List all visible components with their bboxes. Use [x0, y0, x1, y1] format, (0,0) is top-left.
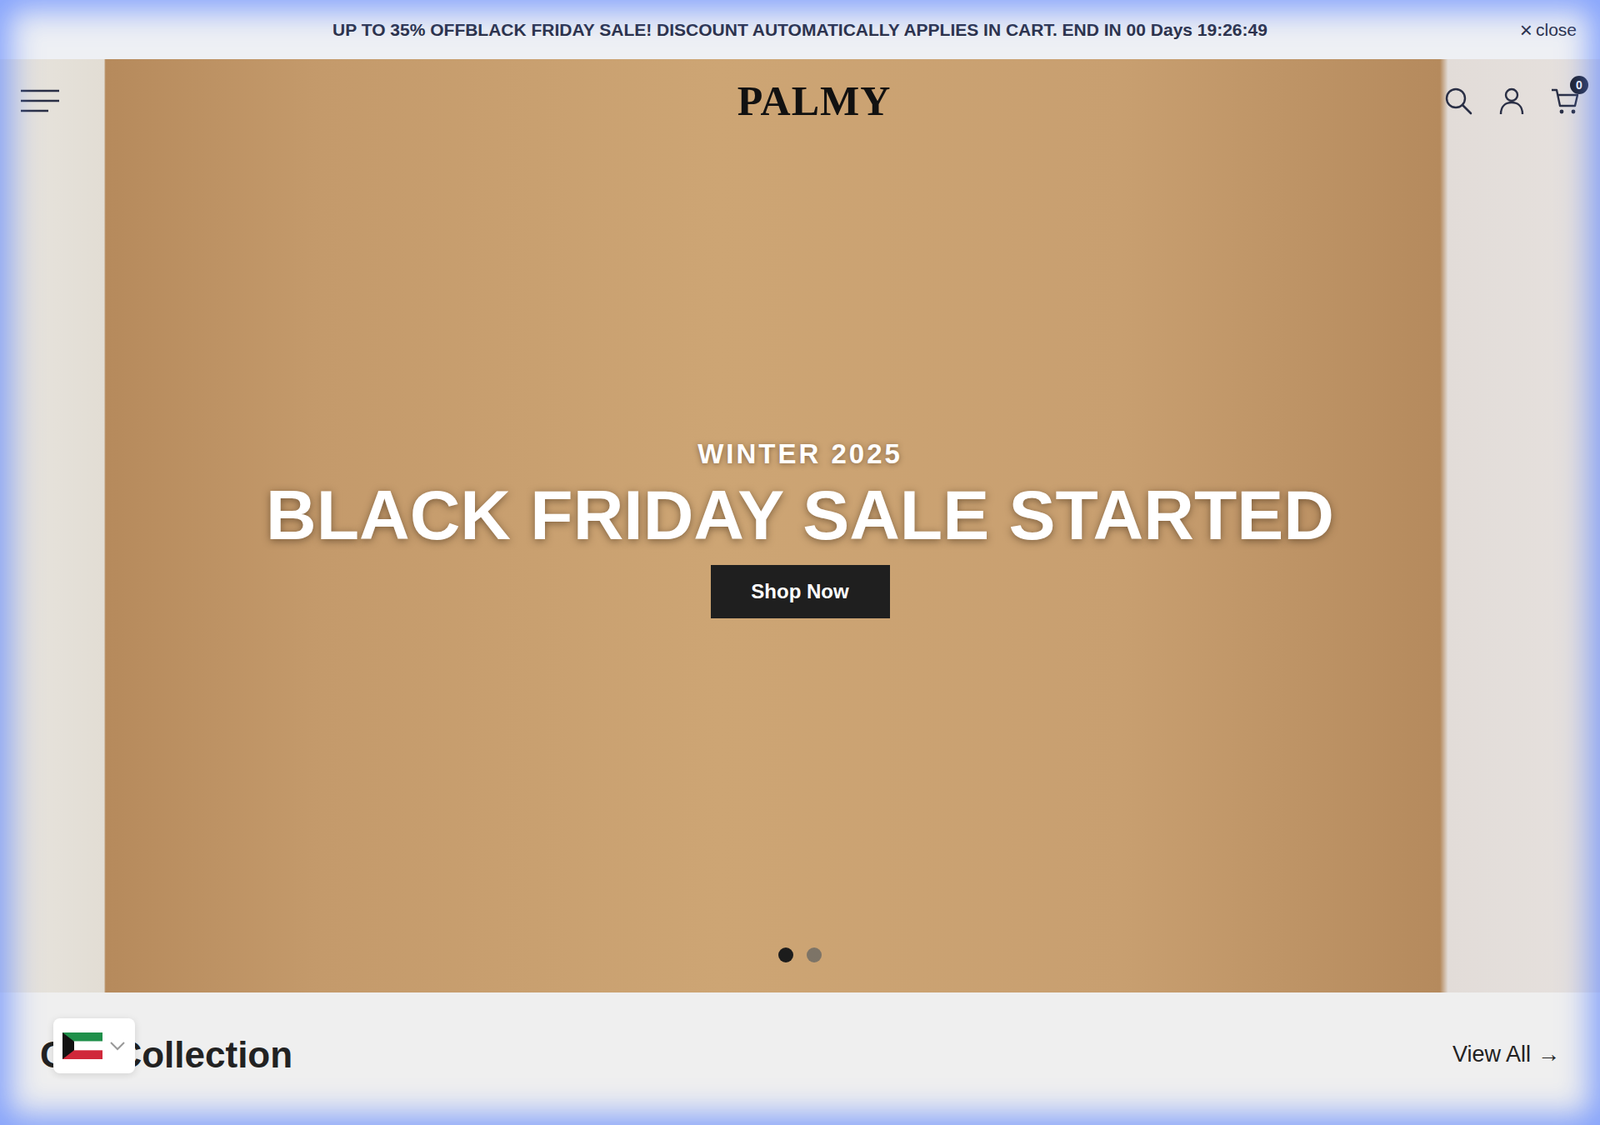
hamburger-menu-icon[interactable]	[20, 88, 60, 114]
announcement-text: UP TO 35% OFFBLACK FRIDAY SALE! DISCOUNT…	[332, 20, 1268, 40]
storefront-page: UP TO 35% OFFBLACK FRIDAY SALE! DISCOUNT…	[0, 0, 1600, 1125]
slide-dot[interactable]	[778, 947, 794, 963]
search-icon[interactable]	[1443, 85, 1474, 116]
site-header: PALMY 0	[0, 59, 1600, 143]
cart-count-badge: 0	[1570, 75, 1589, 95]
arrow-icon: →	[1537, 1041, 1560, 1068]
kuwait-flag-icon	[62, 1032, 103, 1060]
close-icon: ×	[1520, 19, 1533, 41]
screen-glow	[0, 0, 1600, 1125]
slide-dot[interactable]	[806, 947, 822, 963]
slide-dots	[0, 947, 1600, 963]
close-label: close	[1535, 20, 1577, 40]
hero-banner: PALMY 0 WINTER 2025 BLACK FRIDAY SALE START…	[0, 59, 1600, 993]
shop-now-button[interactable]: Shop Now	[710, 565, 890, 619]
announcement-bar: UP TO 35% OFFBLACK FRIDAY SALE! DISCOUNT…	[0, 0, 1600, 60]
hero-title: BLACK FRIDAY SALE STARTED	[265, 476, 1335, 554]
hero-content: WINTER 2025 BLACK FRIDAY SALE STARTED Shop…	[0, 438, 1600, 619]
hero-eyebrow: WINTER 2025	[697, 438, 903, 470]
country-selector[interactable]	[53, 1018, 135, 1074]
view-all-link[interactable]: View All→	[1452, 1041, 1560, 1068]
palmy-logo[interactable]: PALMY	[737, 76, 892, 125]
view-all-label: View All	[1452, 1041, 1531, 1068]
chevron-down-icon	[109, 1040, 126, 1051]
header-actions: 0	[1443, 85, 1580, 116]
cart-button[interactable]: 0	[1550, 85, 1580, 116]
close-button[interactable]: ×close	[1515, 18, 1582, 42]
account-icon[interactable]	[1496, 85, 1527, 116]
collection-section: Our CollectionView All→	[0, 992, 1600, 1125]
